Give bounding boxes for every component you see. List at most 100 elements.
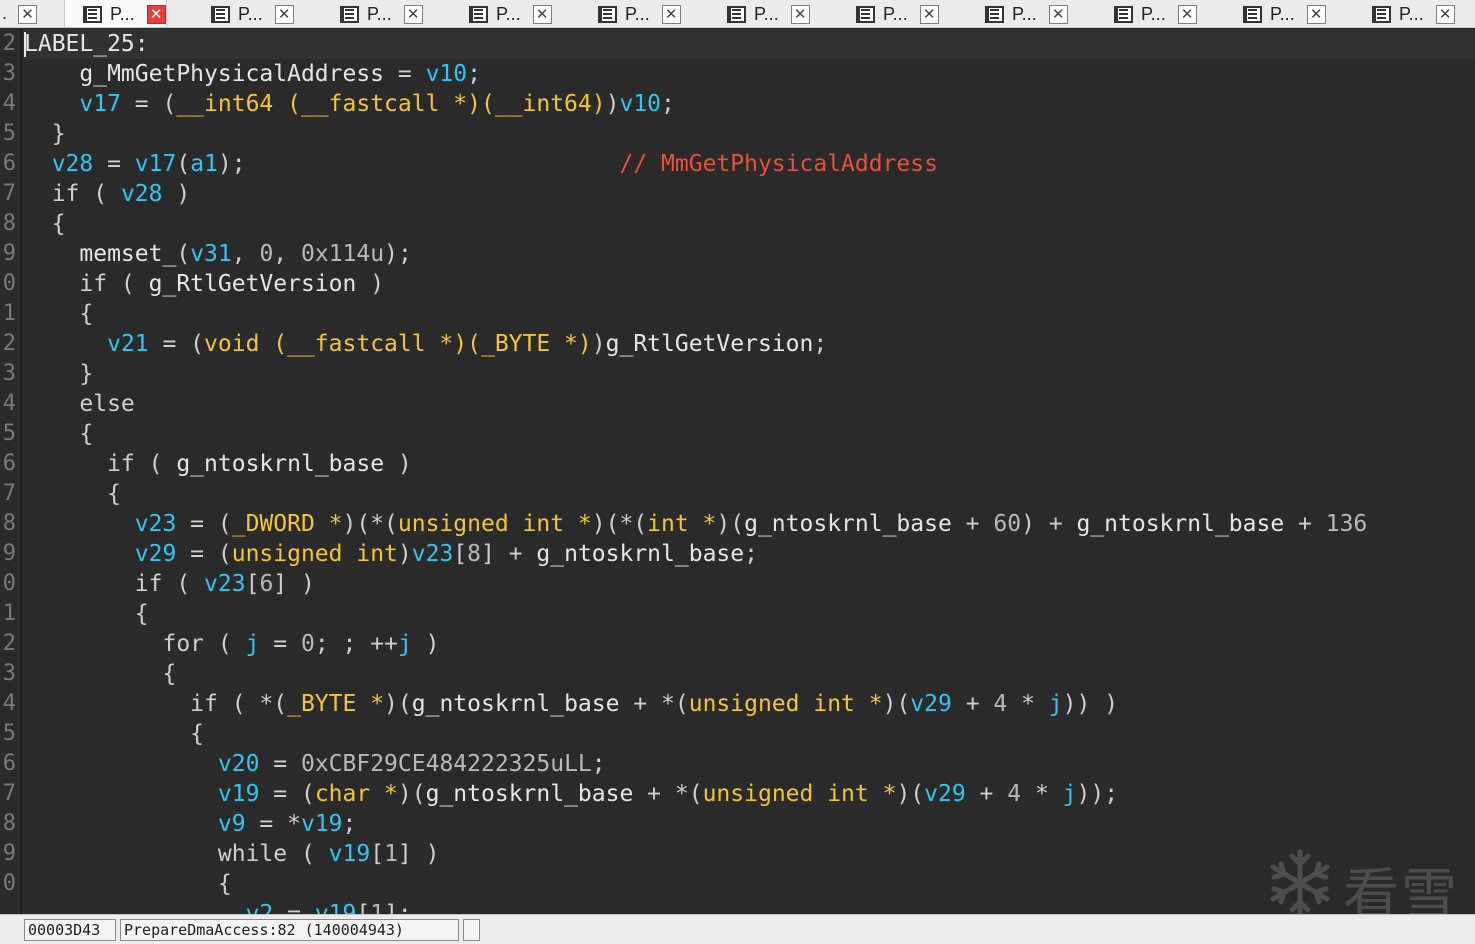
code-token[interactable]: = (273, 901, 315, 914)
code-line[interactable]: v23 = (_DWORD *)(*(unsigned int *)(*(int… (24, 509, 1368, 539)
code-token[interactable]: = (259, 751, 301, 777)
code-token[interactable]: } (52, 121, 66, 147)
number-literal[interactable]: 0 (301, 631, 315, 657)
tab-1[interactable]: P... ✕ (193, 0, 294, 27)
tab-edge[interactable]: ✕ (6, 0, 37, 27)
code-token[interactable]: = ( (149, 331, 204, 357)
code-token[interactable]: + *( (619, 691, 688, 717)
code-token[interactable]: while ( (218, 841, 329, 867)
code-line[interactable]: if ( v28 ) (24, 179, 191, 209)
variable[interactable]: v19 (329, 841, 371, 867)
variable[interactable]: v23 (204, 571, 246, 597)
number-literal[interactable]: 4 (993, 691, 1007, 717)
code-line[interactable]: v21 = (void (__fastcall *)(_BYTE *))g_Rt… (24, 329, 827, 359)
variable[interactable]: v19 (301, 811, 343, 837)
variable[interactable]: v19 (218, 781, 260, 807)
type-cast[interactable]: unsigned int * (398, 511, 592, 537)
code-line[interactable]: { (24, 599, 149, 629)
code-token[interactable]: ) (163, 181, 190, 207)
code-token[interactable]: if ( (107, 451, 176, 477)
close-icon[interactable]: ✕ (274, 4, 294, 24)
code-token[interactable]: )( (883, 691, 911, 717)
code-token[interactable]: ); (384, 241, 412, 267)
code-line[interactable]: if ( g_RtlGetVersion ) (24, 269, 384, 299)
code-token[interactable]: ) (356, 271, 384, 297)
variable[interactable]: v23 (135, 511, 177, 537)
variable[interactable]: j (1049, 691, 1063, 717)
code-token[interactable]: ); (218, 151, 246, 177)
code-token[interactable]: )); (1077, 781, 1119, 807)
code-token[interactable]: * (1021, 781, 1063, 807)
code-line[interactable]: { (24, 719, 204, 749)
close-icon[interactable]: ✕ (1306, 4, 1326, 24)
tab-2[interactable]: P... ✕ (322, 0, 423, 27)
comment[interactable]: // MmGetPhysicalAddress (619, 151, 938, 177)
close-icon[interactable]: ✕ (18, 4, 37, 24)
code-line[interactable]: if ( v23[6] ) (24, 569, 315, 599)
identifier[interactable]: g_MmGetPhysicalAddress (79, 61, 384, 87)
code-token[interactable]: ] ) (273, 571, 315, 597)
code-token[interactable]: else (79, 391, 134, 417)
code-token[interactable]: if ( (52, 181, 121, 207)
code-line[interactable]: { (24, 659, 176, 689)
code-line[interactable]: memset_(v31, 0, 0x114u); (24, 239, 412, 269)
code-token[interactable]: * (1007, 691, 1049, 717)
tab-5[interactable]: P... ✕ (709, 0, 810, 27)
code-token[interactable]: , (273, 241, 301, 267)
code-token[interactable]: = ( (176, 511, 232, 537)
code-token[interactable]: ) (606, 91, 620, 117)
code-line[interactable]: { (24, 209, 66, 239)
variable[interactable]: j (1063, 781, 1077, 807)
variable[interactable]: v29 (924, 781, 966, 807)
tab-4[interactable]: P... ✕ (580, 0, 681, 27)
identifier[interactable]: g_RtlGetVersion (606, 331, 814, 357)
code-line[interactable]: v20 = 0xCBF29CE484222325uLL; (24, 749, 606, 779)
number-literal[interactable]: 1 (384, 841, 398, 867)
type-cast[interactable]: unsigned int * (703, 781, 897, 807)
code-token[interactable]: = * (246, 811, 301, 837)
type-cast[interactable]: void (__fastcall *)(_BYTE *) (204, 331, 592, 357)
tab-3[interactable]: P... ✕ (451, 0, 552, 27)
variable[interactable]: v2 (246, 901, 274, 914)
variable[interactable]: v28 (121, 181, 163, 207)
variable[interactable]: v31 (190, 241, 232, 267)
type-cast[interactable]: __int64 (__fastcall *)(__int64) (176, 91, 605, 117)
close-icon[interactable]: ✕ (1048, 4, 1068, 24)
type-cast[interactable]: int * (647, 511, 716, 537)
code-token[interactable]: + *( (633, 781, 702, 807)
code-token[interactable]: } (79, 361, 93, 387)
code-token[interactable]: )) ) (1063, 691, 1118, 717)
code-line[interactable]: v28 = v17(a1); // MmGetPhysicalAddress (24, 149, 938, 179)
code-line[interactable]: if ( *(_BYTE *)(g_ntoskrnl_base + *(unsi… (24, 689, 1118, 719)
code-token[interactable]: = ( (121, 91, 177, 117)
number-literal[interactable]: 8 (467, 541, 481, 567)
type-cast[interactable]: unsigned int * (689, 691, 883, 717)
variable[interactable]: a1 (190, 151, 218, 177)
code-token[interactable]: ; (592, 751, 606, 777)
code-line[interactable]: v9 = *v19; (24, 809, 357, 839)
identifier[interactable]: memset_ (79, 241, 176, 267)
identifier[interactable]: g_ntoskrnl_base (176, 451, 384, 477)
code-token[interactable]: ; (467, 61, 481, 87)
identifier[interactable]: g_ntoskrnl_base (412, 691, 620, 717)
number-literal[interactable]: 0 (259, 241, 273, 267)
code-token[interactable]: { (135, 601, 149, 627)
code-token[interactable]: [ (453, 541, 467, 567)
type-cast[interactable]: _DWORD * (232, 511, 343, 537)
code-line[interactable]: { (24, 419, 93, 449)
code-token[interactable]: = ( (259, 781, 315, 807)
code-line[interactable]: v17 = (__int64 (__fastcall *)(__int64))v… (24, 89, 674, 119)
code-line[interactable]: { (24, 299, 93, 329)
code-token[interactable]: { (52, 211, 66, 237)
type-cast[interactable]: _BYTE * (287, 691, 384, 717)
code-line[interactable]: } (24, 359, 93, 389)
code-line[interactable]: v19 = (char *)(g_ntoskrnl_base + *(unsig… (24, 779, 1118, 809)
variable[interactable]: v20 (218, 751, 260, 777)
code-token[interactable]: ] ) (398, 841, 440, 867)
code-token[interactable]: + (1284, 511, 1326, 537)
tab-10[interactable]: P... ✕ (1354, 0, 1455, 27)
code-token[interactable]: { (218, 871, 232, 897)
number-literal[interactable]: 0xCBF29CE484222325uLL (301, 751, 592, 777)
variable[interactable]: v9 (218, 811, 246, 837)
number-literal[interactable]: 4 (1007, 781, 1021, 807)
